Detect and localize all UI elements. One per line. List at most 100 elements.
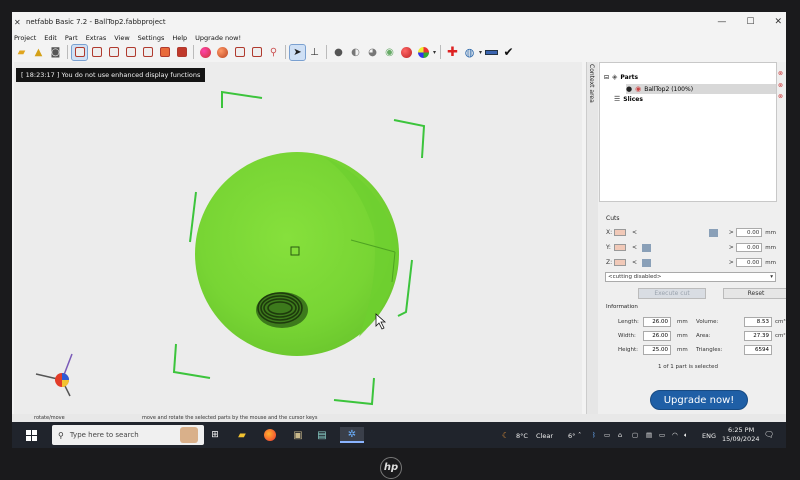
ball-model[interactable] [195, 152, 399, 356]
notifications-icon[interactable]: 🗨︎ [764, 430, 774, 439]
cut-slider-y[interactable] [642, 243, 726, 252]
slider-thumb[interactable] [642, 258, 651, 267]
view-top-button[interactable] [157, 45, 172, 60]
cut-decrease-arrow-icon[interactable]: < [632, 259, 642, 266]
parts-tree[interactable]: ⊟ ◈ Parts ● ◉ BallTop2 (100%) ☰ Slices [599, 62, 777, 202]
zoom-box-button[interactable] [249, 45, 264, 60]
app-tile-icon[interactable]: ▤ [314, 427, 330, 443]
tray-app-icon[interactable]: ▤ [646, 431, 652, 439]
cut-value-x[interactable]: 0.00 [736, 228, 763, 237]
3d-viewport[interactable]: [ 18:23:17 ] You do not use enhanced dis… [14, 62, 582, 414]
weather-temp[interactable]: 8°C [516, 432, 528, 440]
cutting-mode-select[interactable]: <cutting disabled> ▾ [605, 272, 776, 282]
magnify-button[interactable]: ⚲ [266, 45, 281, 60]
shade-wire-button[interactable]: ◐ [348, 45, 363, 60]
clock-date[interactable]: 15/09/2024 [722, 435, 759, 443]
chevron-down-icon[interactable]: ▾ [770, 273, 773, 282]
menu-project[interactable]: Project [14, 34, 36, 42]
tray-app-icon[interactable]: ▭ [604, 431, 610, 439]
zoom-part-button[interactable] [232, 45, 247, 60]
cut-slider-x[interactable] [642, 228, 726, 237]
windows-start-icon[interactable] [24, 427, 38, 443]
view-back-button[interactable] [106, 45, 121, 60]
view-bottom-button[interactable] [174, 45, 189, 60]
shade-points-button[interactable]: ◕ [365, 45, 380, 60]
shade-color-button[interactable] [399, 45, 414, 60]
shade-normals-button[interactable]: ◉ [382, 45, 397, 60]
measure-tool-button[interactable]: ⊥ [307, 45, 322, 60]
cut-color-swatch[interactable] [614, 244, 626, 251]
maximize-icon[interactable]: ☐ [746, 17, 754, 27]
tree-node-parts[interactable]: ⊟ ◈ Parts [604, 73, 638, 81]
tree-node-slices[interactable]: ☰ Slices [614, 95, 643, 103]
firefox-icon[interactable] [262, 427, 278, 443]
open-project-button[interactable]: ▰ [14, 45, 29, 60]
select-tool-button[interactable]: ➤ [289, 43, 306, 61]
analysis-button[interactable]: ◍ [462, 45, 477, 60]
menu-view[interactable]: View [114, 34, 129, 42]
upgrade-now-button[interactable]: Upgrade now! [650, 390, 748, 410]
task-view-icon[interactable]: ⊞ [208, 427, 222, 443]
view-default-button[interactable] [71, 43, 88, 61]
shade-mode-button[interactable] [416, 45, 431, 60]
chevron-up-icon[interactable]: ˄ [578, 431, 581, 439]
chevron-down-icon[interactable]: ▾ [479, 49, 482, 56]
right-panel: ⊟ ◈ Parts ● ◉ BallTop2 (100%) ☰ Slices ⊗… [598, 62, 786, 414]
cut-increase-arrow-icon[interactable]: > [726, 229, 736, 236]
chevron-down-icon[interactable]: ▾ [433, 49, 436, 56]
menu-upgrade[interactable]: Upgrade now! [195, 34, 241, 42]
cut-decrease-arrow-icon[interactable]: < [632, 244, 642, 251]
context-area-tab[interactable]: Context area [586, 62, 598, 414]
netfabb-task-icon[interactable]: ✲ [340, 427, 364, 443]
wifi-icon[interactable]: ◠ [672, 431, 678, 439]
taskbar-search[interactable]: ⚲ Type here to search [52, 425, 204, 445]
execute-cut-button[interactable]: Execute cut [638, 288, 706, 299]
view-right-button[interactable] [140, 45, 155, 60]
slider-thumb[interactable] [709, 228, 719, 237]
cut-increase-arrow-icon[interactable]: > [726, 244, 736, 251]
close-slices-icon[interactable]: ⊗ [778, 93, 783, 100]
reset-button[interactable]: Reset [723, 288, 786, 299]
cut-value-y[interactable]: 0.00 [736, 243, 763, 252]
expand-minus-icon[interactable]: ⊟ [604, 74, 609, 81]
apply-button[interactable]: ✔ [501, 45, 516, 60]
ruler-button[interactable] [484, 45, 499, 60]
zoom-all-button[interactable] [198, 45, 213, 60]
tray-app-icon[interactable]: ⌂ [618, 431, 622, 439]
view-left-button[interactable] [123, 45, 138, 60]
close-icon[interactable]: ✕ [774, 17, 782, 27]
slider-thumb[interactable] [642, 243, 651, 252]
add-part-button[interactable]: ▲ [31, 45, 46, 60]
bluetooth-icon[interactable]: ᛒ [592, 431, 596, 439]
visibility-dot-icon[interactable]: ● [626, 85, 632, 93]
close-part-icon[interactable]: ⊗ [778, 82, 783, 89]
cut-color-swatch[interactable] [614, 229, 626, 236]
cut-slider-z[interactable] [642, 258, 726, 267]
close-part-icon[interactable]: ⊗ [778, 70, 783, 77]
menu-edit[interactable]: Edit [44, 34, 57, 42]
clock-time[interactable]: 6:25 PM [728, 426, 754, 434]
scene-canvas[interactable] [14, 62, 582, 414]
cut-decrease-arrow-icon[interactable]: < [632, 229, 642, 236]
view-front-button[interactable] [89, 45, 104, 60]
screenshot-button[interactable]: ◙ [48, 45, 63, 60]
battery-icon[interactable]: ▭ [659, 431, 665, 439]
menu-part[interactable]: Part [65, 34, 78, 42]
tray-app-icon[interactable]: ▢ [632, 431, 638, 439]
cut-value-z[interactable]: 0.00 [736, 258, 763, 267]
menu-help[interactable]: Help [172, 34, 187, 42]
file-explorer-icon[interactable]: ▰ [234, 427, 250, 443]
menu-settings[interactable]: Settings [138, 34, 165, 42]
language-indicator[interactable]: ENG [702, 432, 716, 440]
cut-increase-arrow-icon[interactable]: > [726, 259, 736, 266]
menu-extras[interactable]: Extras [86, 34, 107, 42]
minimize-icon[interactable]: — [717, 17, 726, 27]
zoom-selection-button[interactable] [215, 45, 230, 60]
folder-app-icon[interactable]: ▣ [290, 427, 306, 443]
weather-condition[interactable]: Clear [536, 432, 553, 440]
cut-color-swatch[interactable] [614, 259, 626, 266]
volume-icon[interactable]: 🔈︎ [684, 431, 688, 440]
repair-button[interactable]: ✚ [445, 45, 460, 60]
tree-item-balltop2[interactable]: ● ◉ BallTop2 (100%) [626, 84, 776, 94]
shade-solid-button[interactable]: ● [331, 45, 346, 60]
